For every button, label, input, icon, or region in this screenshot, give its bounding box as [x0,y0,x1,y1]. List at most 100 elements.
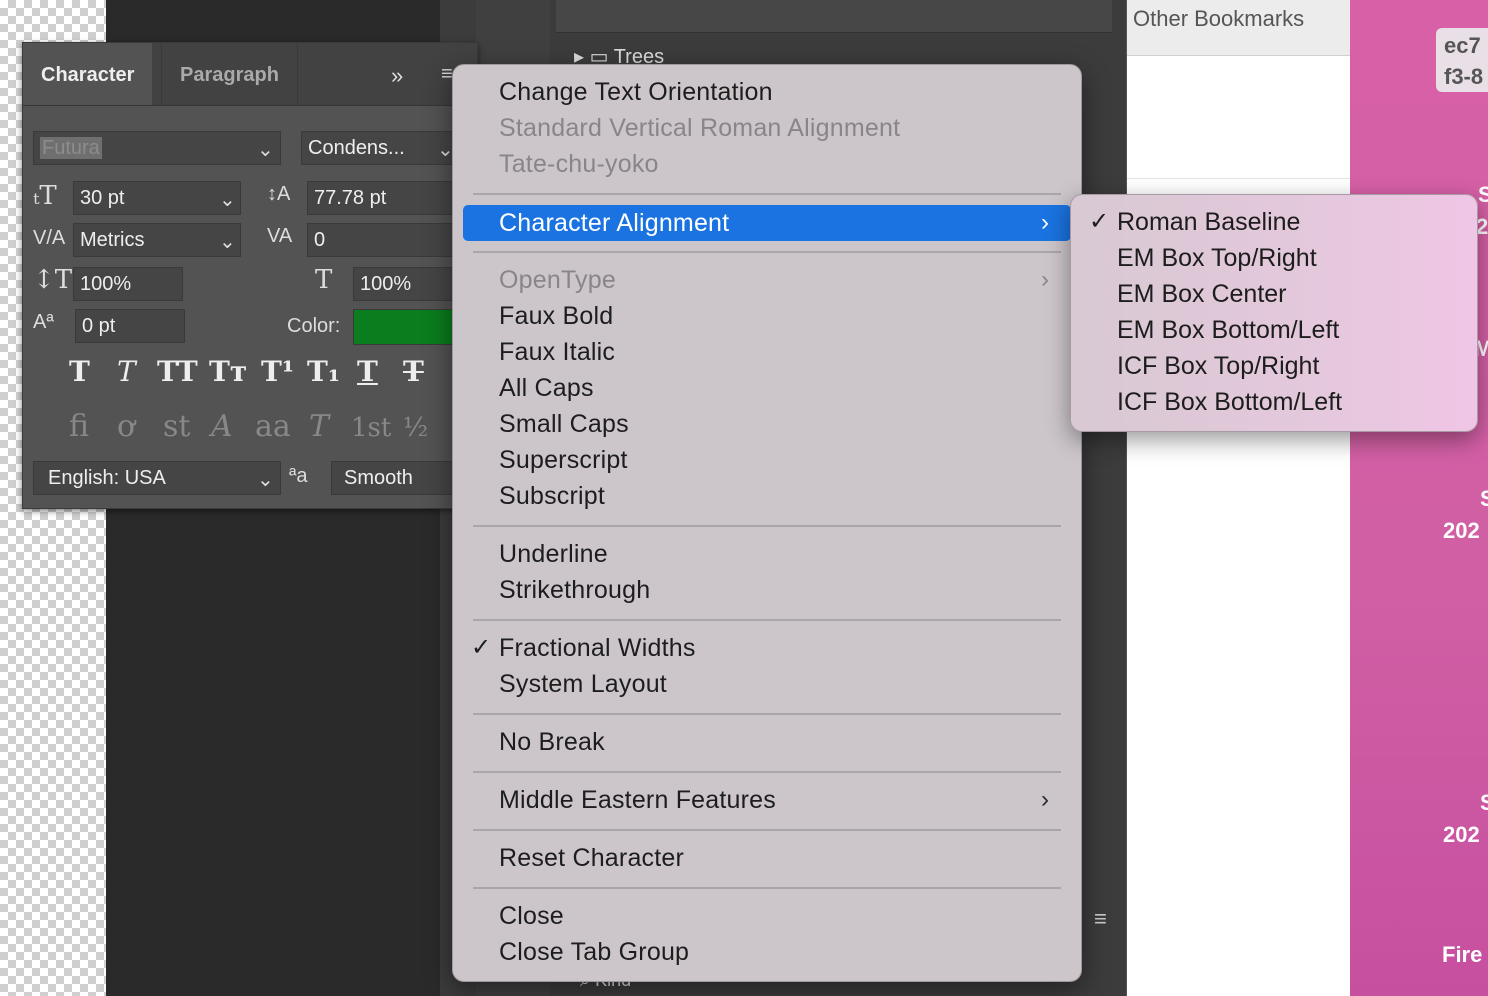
pink-label: Fire [1442,942,1483,967]
pink-label: 202 [1443,518,1480,543]
old-style-button[interactable]: ơ [117,409,135,444]
submenu-item-roman-baseline[interactable]: Roman Baseline [1117,204,1300,240]
discretionary-ligatures-button[interactable]: st [163,409,190,444]
submenu-item-em-box-top-right[interactable]: EM Box Top/Right [1117,240,1317,276]
menu-item-all-caps[interactable]: All Caps [499,370,594,406]
menu-item-close[interactable]: Close [499,898,564,934]
titling-alternates-button[interactable]: T [309,409,329,444]
divider [1127,178,1351,179]
font-family-field[interactable]: Futura [33,131,281,165]
submenu-item-em-box-center[interactable]: EM Box Center [1117,276,1287,312]
small-caps-button[interactable]: Tт [209,355,247,388]
hash-line-2: f3-8 [1444,64,1484,89]
chevron-right-icon: › [1041,209,1049,236]
baseline-shift-icon: Aª [33,311,54,333]
pink-label: S [1480,790,1488,815]
menu-item-reset-character[interactable]: Reset Character [499,840,684,876]
kerning-icon: V/A [33,227,66,249]
menu-item-standard-vertical-roman-alignment: Standard Vertical Roman Alignment [499,114,901,142]
pink-label: 202 [1443,822,1480,847]
strikethrough-button[interactable]: T [403,355,424,388]
stylistic-alternates-button[interactable]: aa [255,409,291,444]
menu-item-faux-italic[interactable]: Faux Italic [499,334,615,370]
bookmarks-title[interactable]: Other Bookmarks [1127,0,1351,56]
swash-button[interactable]: A [211,409,233,444]
font-size-icon: ₜT [33,181,57,211]
font-size-field[interactable]: 30 pt [73,181,241,215]
font-family-value: Futura [40,137,102,159]
character-panel-menu: Change Text Orientation Standard Vertica… [452,64,1082,982]
faux-bold-button[interactable]: T [69,355,90,388]
kerning-field[interactable]: Metrics [73,223,241,257]
menu-item-strikethrough[interactable]: Strikethrough [499,572,650,608]
chevron-down-icon[interactable]: ⌄ [257,467,274,492]
character-alignment-submenu: ✓ Roman Baseline EM Box Top/Right EM Box… [1070,194,1478,432]
menu-item-fractional-widths[interactable]: Fractional Widths [499,630,696,666]
menu-separator [473,251,1061,253]
color-label: Color: [287,315,341,337]
subscript-button[interactable]: T₁ [307,355,340,388]
chevron-right-icon: › [1041,266,1049,293]
chevron-down-icon[interactable]: ⌄ [219,187,236,212]
menu-item-change-text-orientation[interactable]: Change Text Orientation [499,74,773,110]
hash-line-1: ec7 [1444,33,1481,58]
antialias-icon: ªa [289,465,308,487]
superscript-button[interactable]: T¹ [261,355,294,388]
tracking-icon: VA [267,225,293,247]
collapse-panel-icon[interactable]: » [391,63,403,89]
leading-icon: ↕A [267,183,291,205]
menu-item-underline[interactable]: Underline [499,536,608,572]
checkmark-icon: ✓ [471,634,492,661]
leading-field[interactable]: 77.78 pt [307,181,463,215]
menu-item-superscript[interactable]: Superscript [499,442,628,478]
menu-item-subscript[interactable]: Subscript [499,478,605,514]
tracking-field[interactable]: 0 [307,223,463,257]
menu-item-character-alignment[interactable]: Character Alignment [499,205,729,241]
menu-separator [473,887,1061,889]
faux-italic-button[interactable]: T [117,355,136,388]
vertical-scale-field[interactable]: 100% [73,267,183,301]
menu-item-opentype: OpenType [499,266,616,294]
menu-item-close-tab-group[interactable]: Close Tab Group [499,934,689,970]
underline-button[interactable]: T [357,355,378,388]
menu-separator [473,771,1061,773]
checkmark-icon: ✓ [1089,208,1110,235]
menu-item-small-caps[interactable]: Small Caps [499,406,629,442]
language-select[interactable]: English: USA [33,461,281,495]
tab-character[interactable]: Character [23,43,153,105]
menu-item-tate-chu-yoko: Tate-chu-yoko [499,150,659,178]
horizontal-scale-field[interactable]: 100% [353,267,463,301]
all-caps-button[interactable]: TT [157,355,198,388]
horizontal-scale-icon: T [315,265,333,295]
chevron-down-icon[interactable]: ⌄ [219,229,236,254]
menu-separator [473,713,1061,715]
chevron-down-icon[interactable]: ⌄ [257,137,274,162]
panel-menu-icon[interactable]: ≡ [441,63,453,86]
fractions-button[interactable]: ½ [403,413,428,443]
menu-separator [473,619,1061,621]
pink-label: S [1480,486,1488,511]
tab-paragraph[interactable]: Paragraph [161,43,298,105]
text-color-swatch[interactable] [353,309,465,345]
submenu-item-icf-box-bottom-left[interactable]: ICF Box Bottom/Left [1117,384,1342,420]
chevron-right-icon: › [1041,786,1049,813]
menu-item-system-layout[interactable]: System Layout [499,666,667,702]
panel-header-bar [556,0,1112,33]
ordinals-button[interactable]: 1st [351,413,391,443]
menu-separator [473,829,1061,831]
menu-separator [473,193,1061,195]
menu-item-no-break[interactable]: No Break [499,724,605,760]
baseline-shift-field[interactable]: 0 pt [75,309,185,343]
pink-label: S [1478,182,1488,207]
bookmarks-sidebar: Other Bookmarks [1126,0,1351,996]
panel-menu-icon[interactable]: ≡ [1094,906,1107,932]
panel-tab-bar: Character Paragraph » ≡ [23,43,477,106]
character-panel: Character Paragraph » ≡ Futura ⌄ Condens… [22,42,478,509]
menu-item-faux-bold[interactable]: Faux Bold [499,298,613,334]
submenu-item-em-box-bottom-left[interactable]: EM Box Bottom/Left [1117,312,1339,348]
menu-item-middle-eastern-features[interactable]: Middle Eastern Features [499,782,776,818]
submenu-item-icf-box-top-right[interactable]: ICF Box Top/Right [1117,348,1319,384]
ligatures-button[interactable]: fi [69,409,89,444]
menu-separator [473,525,1061,527]
antialias-select[interactable]: Smooth [331,461,471,495]
